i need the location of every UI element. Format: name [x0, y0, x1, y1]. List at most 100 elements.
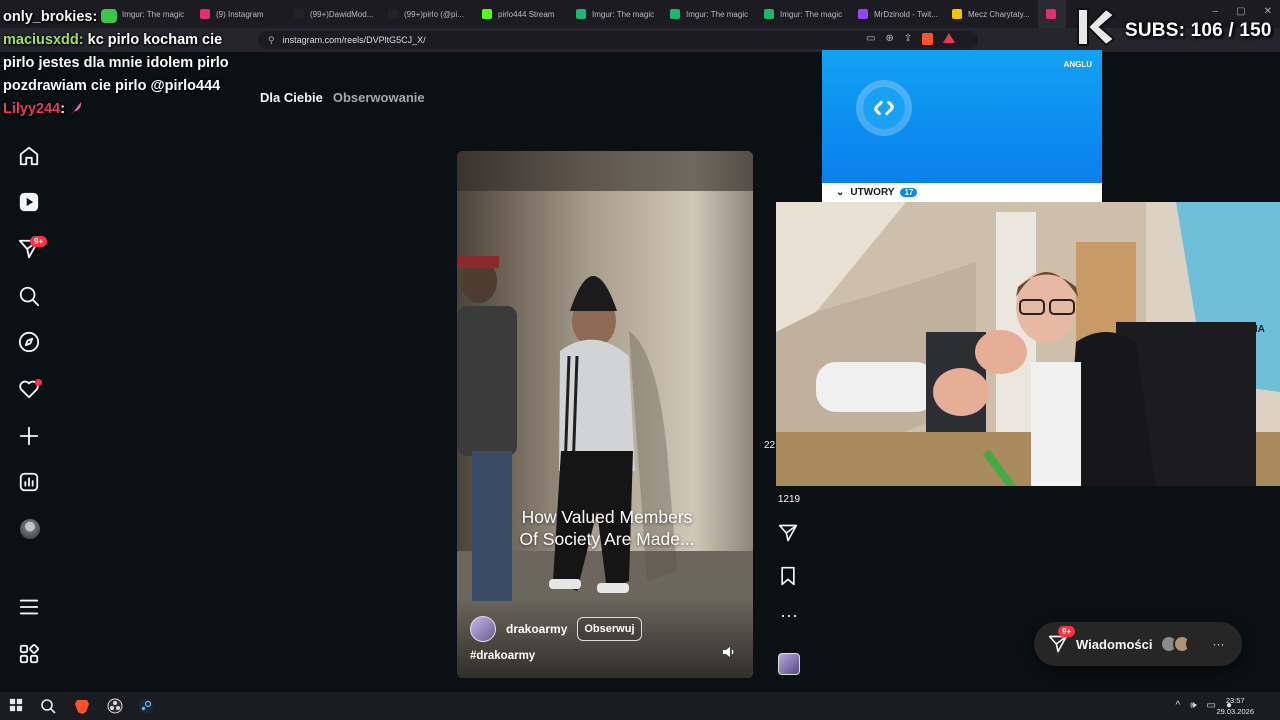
- reel-video[interactable]: How Valued Members Of Society Are Made..…: [457, 151, 753, 678]
- chat-message: Lilyy244:: [3, 98, 253, 121]
- windows-start-icon[interactable]: [9, 698, 25, 714]
- shazam-panel: ANGLU ⌄ UTWORY 17: [822, 50, 1102, 202]
- author-name[interactable]: drakoarmy: [506, 622, 567, 636]
- screenshot-icon[interactable]: ▭: [866, 33, 875, 45]
- volume-icon[interactable]: [721, 645, 735, 659]
- search-icon[interactable]: [18, 285, 42, 309]
- browser-tab[interactable]: pirlo444 Stream: [474, 0, 568, 28]
- minimize-icon[interactable]: –: [1213, 6, 1219, 17]
- url-text: instagram.com/reels/DVPltG5CJ_X/: [282, 35, 426, 45]
- taskbar-clock[interactable]: 23:57 29.03.2026: [1216, 695, 1254, 717]
- direct-icon: 9+: [1048, 626, 1076, 654]
- browser-tab[interactable]: Imgur: The magic: [662, 0, 756, 28]
- direct-icon[interactable]: 9+: [18, 236, 48, 262]
- explore-icon[interactable]: [18, 331, 42, 355]
- tab-following[interactable]: Obserwowanie: [333, 90, 425, 105]
- taskbar: ^ 🕪 ▭ ● 23:57 29.03.2026: [0, 692, 1280, 720]
- feed-tabs: Dla Ciebie Obserwowanie: [260, 90, 425, 105]
- messages-badge: 9+: [1058, 626, 1076, 637]
- brave-rewards-icon[interactable]: [943, 33, 956, 43]
- browser-tab[interactable]: Mecz Charytaty...: [944, 0, 1038, 28]
- stream-chat-overlay: only_brokies: maciusxdd: kc pirlo kocham…: [3, 6, 253, 121]
- save-icon[interactable]: [778, 566, 800, 588]
- tab-favicon-icon: [764, 9, 774, 19]
- notification-badge: 9+: [30, 236, 48, 247]
- browser-tab[interactable]: Imgur: The magic: [756, 0, 850, 28]
- also-from-meta-icon[interactable]: [18, 643, 42, 667]
- tab-label: Mecz Charytaty...: [968, 9, 1030, 19]
- tab-favicon-icon: [576, 9, 586, 19]
- chat-username: Lilyy244: [3, 101, 61, 117]
- tab-label: Imgur: The magic: [780, 9, 843, 19]
- obs-icon[interactable]: [107, 698, 123, 714]
- close-window-icon[interactable]: ✕: [1264, 6, 1272, 17]
- menu-icon[interactable]: [18, 596, 42, 620]
- tab-for-you[interactable]: Dla Ciebie: [260, 90, 323, 105]
- brave-shield-icon[interactable]: [922, 33, 934, 45]
- window-controls: – ▢ ✕: [1213, 6, 1272, 17]
- shazam-count: 17: [900, 188, 918, 197]
- volume-icon[interactable]: 🕪: [1190, 700, 1196, 711]
- comments-count: 1219: [777, 494, 801, 505]
- screen: { "browser": { "tabs": [ {"label": "Imgu…: [0, 0, 1280, 720]
- webcam-overlay: FORTUNA: [776, 202, 1280, 486]
- chat-username: only_brokies:: [3, 9, 98, 25]
- instagram-icon: [1046, 9, 1056, 19]
- messages-button[interactable]: 9+ Wiadomości ···: [1034, 622, 1242, 666]
- audio-thumbnail[interactable]: [778, 653, 800, 675]
- instagram-sidebar: 9+: [0, 52, 60, 692]
- caption-line: Of Society Are Made...: [519, 529, 695, 549]
- tab-label: Imgur: The magic: [592, 9, 655, 19]
- maximize-icon[interactable]: ▢: [1236, 6, 1245, 17]
- browser-tab[interactable]: (99+)DawidMod...: [286, 0, 380, 28]
- tab-favicon-icon: [952, 9, 962, 19]
- profile-avatar[interactable]: [20, 519, 44, 543]
- chevron-down-icon[interactable]: ⌄: [836, 187, 844, 198]
- shazam-section-label: UTWORY: [850, 187, 895, 198]
- shazam-section: ⌄ UTWORY 17: [822, 183, 1102, 202]
- chat-text: :: [60, 101, 66, 117]
- notifications-heart-icon[interactable]: [18, 378, 42, 402]
- browser-tab[interactable]: MrDzinold - Twit...: [850, 0, 944, 28]
- chevron-up-icon[interactable]: ^: [1175, 700, 1180, 711]
- taskbar-search-icon[interactable]: [40, 698, 56, 714]
- chat-message: maciusxdd: kc pirlo kocham cie pirlo jes…: [3, 29, 253, 98]
- tab-active[interactable]: [1038, 0, 1066, 28]
- tab-label: (99+)pirlo (@pi...: [404, 9, 464, 19]
- author-avatar[interactable]: [470, 616, 496, 642]
- shazam-lang: ANGLU: [1063, 60, 1092, 69]
- create-icon[interactable]: [18, 425, 42, 449]
- caption-line: How Valued Members: [521, 507, 693, 527]
- tab-favicon-icon: [482, 9, 492, 19]
- more-options-icon[interactable]: ···: [778, 606, 800, 632]
- tab-label: MrDzinold - Twit...: [874, 9, 938, 19]
- browser-tab[interactable]: Imgur: The magic: [568, 0, 662, 28]
- tab-favicon-icon: [858, 9, 868, 19]
- share-icon[interactable]: ⇪: [904, 33, 912, 45]
- browser-tab[interactable]: (99+)pirlo (@pi...: [380, 0, 474, 28]
- address-bar-actions: ▭ ⊕ ⇪: [866, 33, 956, 45]
- network-icon[interactable]: ▭: [1207, 700, 1216, 711]
- steam-icon[interactable]: [138, 698, 154, 714]
- webcam-frame: FORTUNA: [776, 202, 1280, 486]
- share-icon[interactable]: [778, 523, 800, 545]
- tab-favicon-icon: [670, 9, 680, 19]
- tab-label: pirlo444 Stream: [498, 9, 555, 19]
- avatar: [1186, 635, 1205, 653]
- notification-dot: [35, 379, 42, 386]
- reels-icon[interactable]: [18, 191, 42, 215]
- chat-message: only_brokies:: [3, 6, 253, 29]
- frog-emote-icon: [101, 9, 118, 23]
- avatar: [20, 519, 40, 539]
- reel-hashtag[interactable]: #drakoarmy: [470, 650, 535, 662]
- shazam-logo-icon[interactable]: [856, 80, 912, 136]
- home-icon[interactable]: [18, 145, 42, 169]
- kick-logo-icon: [1072, 3, 1120, 51]
- tab-favicon-icon: [294, 9, 304, 19]
- clock-date: 29.03.2026: [1216, 707, 1254, 716]
- follow-button[interactable]: Obserwuj: [577, 617, 642, 641]
- brave-browser-icon[interactable]: [74, 698, 90, 714]
- dashboard-icon[interactable]: [18, 471, 42, 495]
- site-info-icon[interactable]: ⚲: [268, 35, 275, 46]
- zoom-icon[interactable]: ⊕: [885, 33, 893, 45]
